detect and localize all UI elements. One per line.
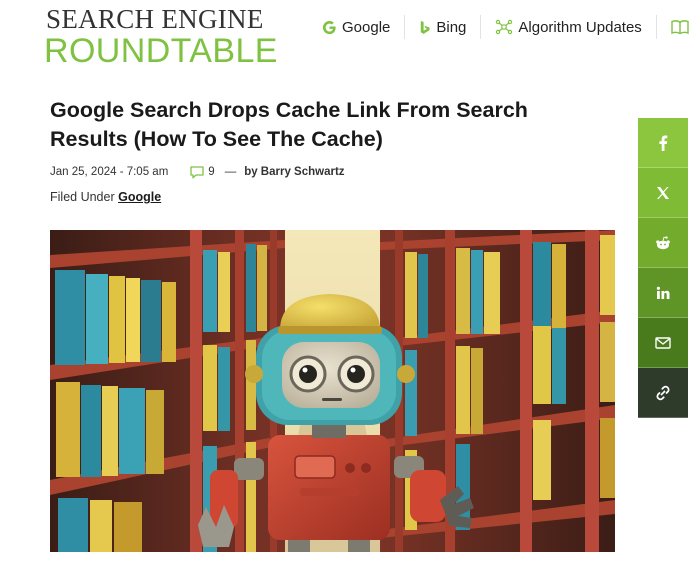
google-g-icon xyxy=(322,20,337,35)
nav-divider xyxy=(404,15,406,39)
filed-under: Filed Under Google xyxy=(50,190,161,204)
nav-divider xyxy=(480,15,482,39)
site-logo[interactable]: SEARCH ENGINE ROUNDTABLE xyxy=(44,4,284,70)
share-email-button[interactable] xyxy=(638,318,688,368)
link-icon xyxy=(654,384,672,402)
reddit-icon xyxy=(655,235,671,250)
nav-item-bing-label: Bing xyxy=(436,18,467,36)
nav-item-bing[interactable]: Bing xyxy=(419,14,466,40)
comments-link[interactable]: 9 xyxy=(190,165,215,179)
article-meta: Jan 25, 2024 - 7:05 am 9 — by Barry Schw… xyxy=(50,163,345,181)
top-navigation: Google Bing Algorithm Updates xyxy=(322,14,694,40)
copy-link-button[interactable] xyxy=(638,368,688,418)
nav-divider xyxy=(655,15,657,39)
article-title: Google Search Drops Cache Link From Sear… xyxy=(50,98,528,151)
comment-icon xyxy=(190,165,204,179)
share-linkedin-button[interactable] xyxy=(638,268,688,318)
logo-line-2: ROUNDTABLE xyxy=(44,32,278,70)
share-reddit-button[interactable] xyxy=(638,218,688,268)
x-twitter-icon xyxy=(656,186,670,200)
facebook-icon xyxy=(658,135,668,151)
nav-item-books[interactable] xyxy=(671,14,694,40)
comments-count: 9 xyxy=(208,166,215,178)
linkedin-icon xyxy=(656,286,670,300)
book-icon xyxy=(671,19,689,35)
robot-library-illustration xyxy=(50,230,615,552)
bing-b-icon xyxy=(419,20,431,35)
email-icon xyxy=(655,336,671,349)
author-link[interactable]: by Barry Schwartz xyxy=(244,166,344,178)
nav-item-google[interactable]: Google xyxy=(322,14,390,40)
nav-item-google-label: Google xyxy=(342,18,391,36)
network-icon xyxy=(495,19,513,35)
share-x-button[interactable] xyxy=(638,168,688,218)
article-date: Jan 25, 2024 - 7:05 am xyxy=(50,166,169,178)
category-link[interactable]: Google xyxy=(118,190,161,204)
meta-separator: — xyxy=(224,166,237,178)
logo-line-1: SEARCH ENGINE xyxy=(46,4,264,34)
nav-item-algorithm-updates-label: Algorithm Updates xyxy=(518,18,642,36)
hero-image xyxy=(50,230,615,552)
filed-under-label: Filed Under xyxy=(50,190,115,204)
share-facebook-button[interactable] xyxy=(638,118,688,168)
share-bar xyxy=(638,118,688,418)
nav-item-algorithm-updates[interactable]: Algorithm Updates xyxy=(495,14,642,40)
